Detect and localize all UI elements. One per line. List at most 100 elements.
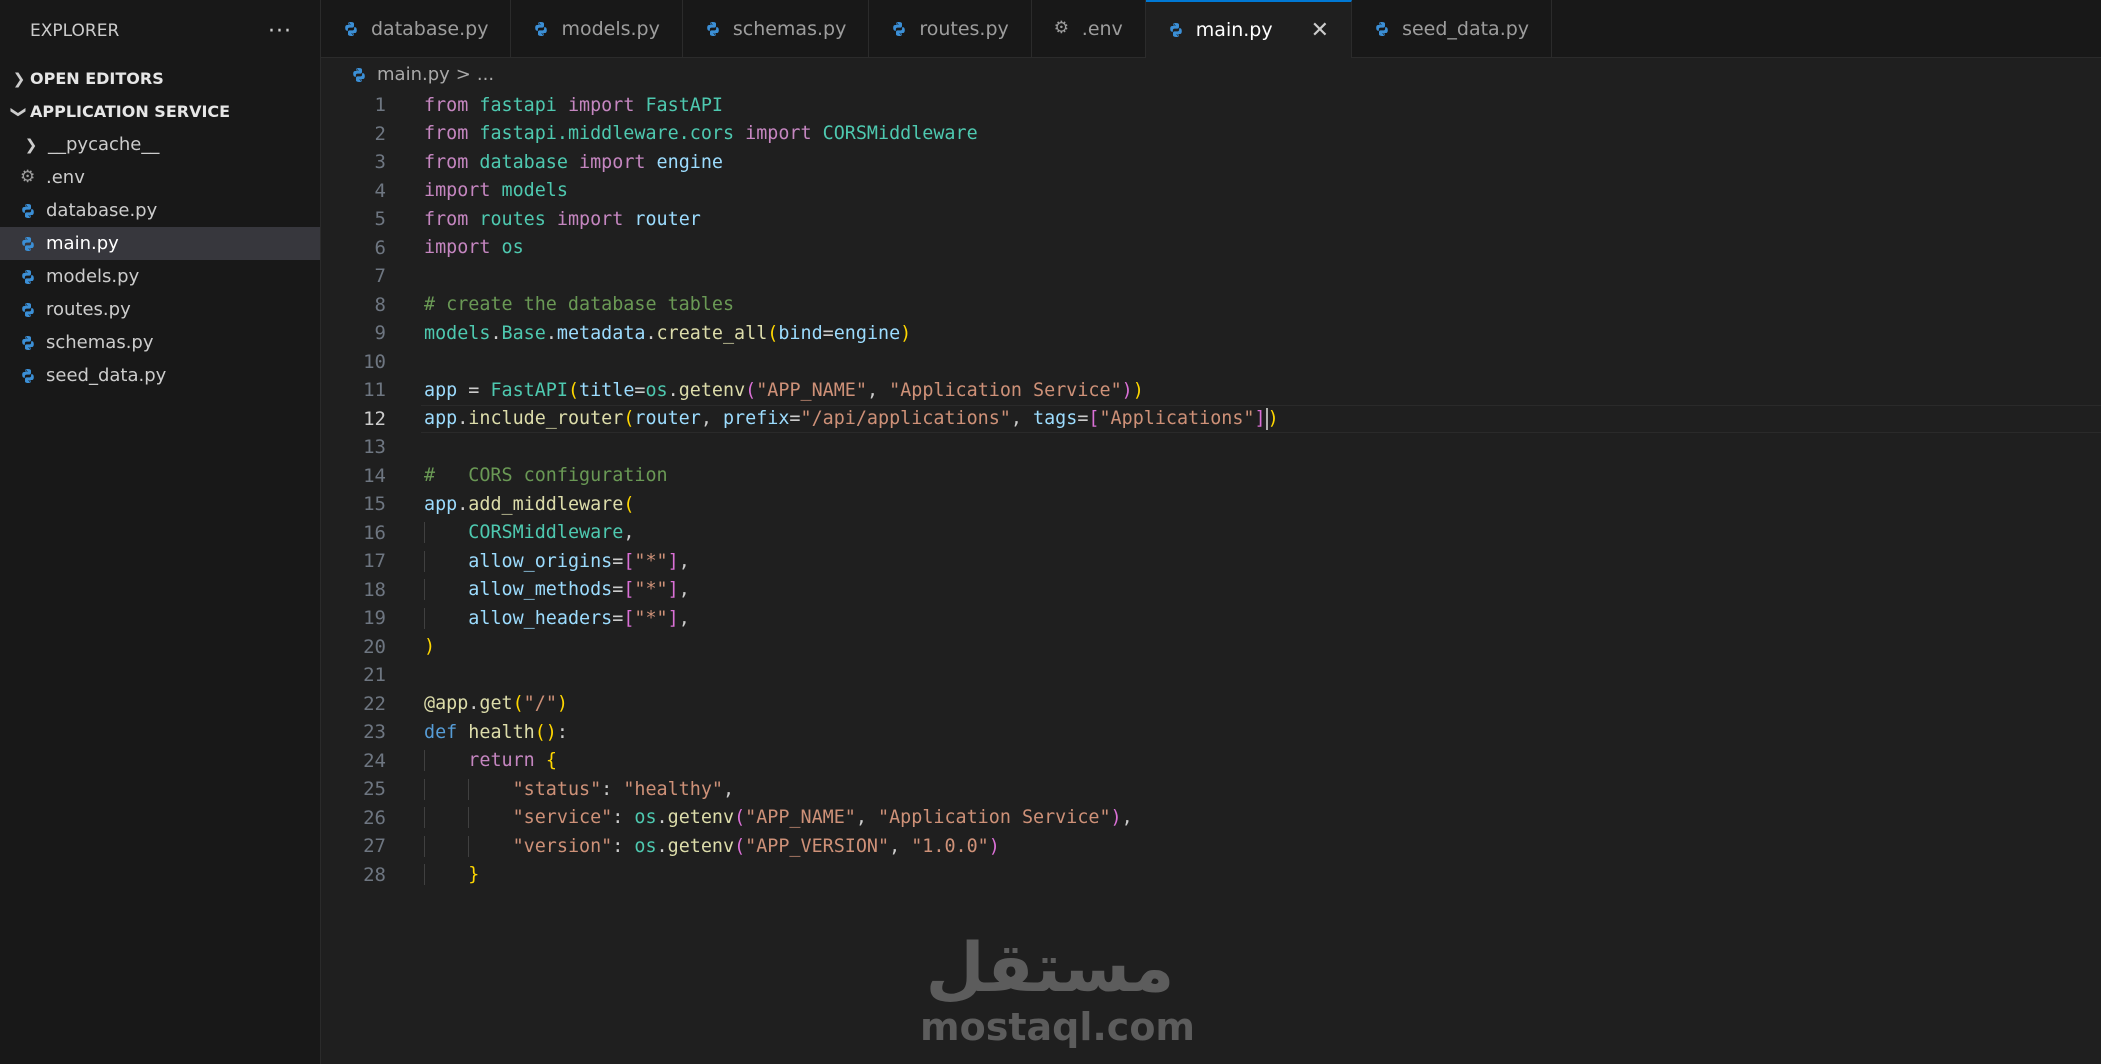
code-line[interactable]: 16 CORSMiddleware, xyxy=(321,519,2101,548)
code-line[interactable]: 6 import os xyxy=(321,234,2101,263)
line-number: 11 xyxy=(363,379,386,402)
code-token: from xyxy=(424,94,469,116)
file-item[interactable]: seed_data.py xyxy=(0,359,320,392)
editor-tab[interactable]: schemas.py xyxy=(682,0,870,57)
code-line[interactable]: 14 # CORS configuration xyxy=(321,462,2101,491)
code-token: [ xyxy=(1088,407,1100,429)
python-icon xyxy=(20,236,46,252)
code-token: app xyxy=(424,379,458,401)
code-line[interactable]: 28 } xyxy=(321,861,2101,890)
code-line[interactable]: 4 import models xyxy=(321,177,2101,206)
indent-guide xyxy=(424,807,425,829)
python-icon xyxy=(20,269,46,285)
code-line[interactable]: 26 "service": os.getenv("APP_NAME", "App… xyxy=(321,804,2101,833)
editor-tab[interactable]: models.py xyxy=(511,0,683,57)
code-line[interactable]: 10 xyxy=(321,348,2101,377)
line-number: 8 xyxy=(374,293,386,316)
python-icon xyxy=(20,335,46,351)
code-token: "service" xyxy=(512,807,613,829)
editor-tab[interactable]: database.py xyxy=(321,0,512,57)
code-line[interactable]: 19 allow_headers=["*"], xyxy=(321,604,2101,633)
code-token: "healthy" xyxy=(623,778,723,800)
editor-tab[interactable]: routes.py xyxy=(869,0,1032,57)
code-line[interactable]: 25 "status": "healthy", xyxy=(321,775,2101,804)
indent-guide xyxy=(424,778,425,800)
code-line[interactable]: 7 xyxy=(321,262,2101,291)
code-token: . xyxy=(457,407,469,429)
code-line[interactable]: 1 from fastapi import FastAPI xyxy=(321,91,2101,120)
file-item[interactable]: schemas.py xyxy=(0,326,320,359)
code-token: ) xyxy=(556,693,568,715)
code-line[interactable]: 12 app.include_router(router, prefix="/ap… xyxy=(321,404,2101,434)
python-icon xyxy=(533,21,561,37)
code-token: fastapi xyxy=(479,94,557,116)
chevron-right-icon: ❯ xyxy=(24,135,38,154)
code-token: = xyxy=(634,379,646,401)
code-line[interactable]: 18 allow_methods=["*"], xyxy=(321,576,2101,605)
file-item[interactable]: main.py xyxy=(0,227,320,260)
code-token: return xyxy=(468,750,535,772)
code-token: "status" xyxy=(512,778,602,800)
code-token: = xyxy=(1077,407,1089,429)
code-line[interactable]: 5 from routes import router xyxy=(321,205,2101,234)
code-line[interactable]: 2 from fastapi.middleware.cors import COR… xyxy=(321,120,2101,149)
code-token: os xyxy=(634,835,657,857)
code-line[interactable]: 27 "version": os.getenv("APP_VERSION", "… xyxy=(321,832,2101,861)
editor-tab[interactable]: seed_data.py xyxy=(1352,0,1553,57)
code-token: models xyxy=(501,180,568,202)
code-line[interactable]: 23 def health(): xyxy=(321,718,2101,747)
code-token: import xyxy=(424,237,491,259)
breadcrumb-symbol[interactable]: ... xyxy=(477,64,494,85)
code-token: allow_origins xyxy=(468,550,613,572)
code-token: . xyxy=(545,322,557,344)
file-item[interactable]: database.py xyxy=(0,194,320,227)
indent-guide xyxy=(424,579,425,601)
more-actions-icon[interactable]: ··· xyxy=(268,19,292,44)
code-editor[interactable]: 1 from fastapi import FastAPI 2 from fastap… xyxy=(321,91,2101,1064)
code-line[interactable]: 24 return { xyxy=(321,747,2101,776)
code-token: : xyxy=(612,835,635,857)
code-line[interactable]: 22 @app.get("/") xyxy=(321,690,2101,719)
editor-tab[interactable]: main.py ✕ xyxy=(1145,0,1353,58)
line-number: 23 xyxy=(363,721,386,744)
code-token: . xyxy=(656,807,668,829)
code-line[interactable]: 3 from database import engine xyxy=(321,148,2101,177)
code-token: , xyxy=(889,835,912,857)
code-line[interactable]: 8 # create the database tables xyxy=(321,291,2101,320)
code-line[interactable]: 13 xyxy=(321,433,2101,462)
code-line[interactable]: 21 xyxy=(321,661,2101,690)
code-text: import os xyxy=(424,237,524,258)
file-item[interactable]: ⚙ .env xyxy=(0,161,320,194)
code-token: from xyxy=(424,151,469,173)
open-editors-section[interactable]: ❯ OPEN EDITORS xyxy=(0,62,320,95)
line-number: 1 xyxy=(374,94,386,117)
code-line[interactable]: 11 app = FastAPI(title=os.getenv("APP_NAM… xyxy=(321,376,2101,405)
code-line[interactable]: 17 allow_origins=["*"], xyxy=(321,547,2101,576)
close-icon[interactable]: ✕ xyxy=(1311,18,1329,43)
file-item[interactable]: routes.py xyxy=(0,293,320,326)
code-token: router xyxy=(634,208,701,230)
project-section[interactable]: ❯ APPLICATION SERVICE xyxy=(0,95,320,128)
code-text: from fastapi.middleware.cors import CORS… xyxy=(424,123,978,144)
explorer-header: EXPLORER ··· xyxy=(0,0,320,62)
line-number: 2 xyxy=(374,122,386,145)
code-token: . xyxy=(667,379,679,401)
code-line[interactable]: 20) xyxy=(321,633,2101,662)
editor-tab[interactable]: ⚙ .env xyxy=(1031,0,1146,57)
code-token: app xyxy=(424,407,458,429)
folder-item[interactable]: ❯ __pycache__ xyxy=(0,128,320,161)
file-item[interactable]: models.py xyxy=(0,260,320,293)
code-text: "status": "healthy", xyxy=(424,778,734,800)
code-token: ( xyxy=(512,693,524,715)
file-label: schemas.py xyxy=(46,332,154,353)
python-icon xyxy=(1374,21,1402,37)
code-line[interactable]: 9 models.Base.metadata.create_all(bind=en… xyxy=(321,319,2101,348)
breadcrumb-file[interactable]: main.py xyxy=(377,64,450,85)
code-line[interactable]: 15 app.add_middleware( xyxy=(321,490,2101,519)
line-number: 27 xyxy=(363,835,386,858)
